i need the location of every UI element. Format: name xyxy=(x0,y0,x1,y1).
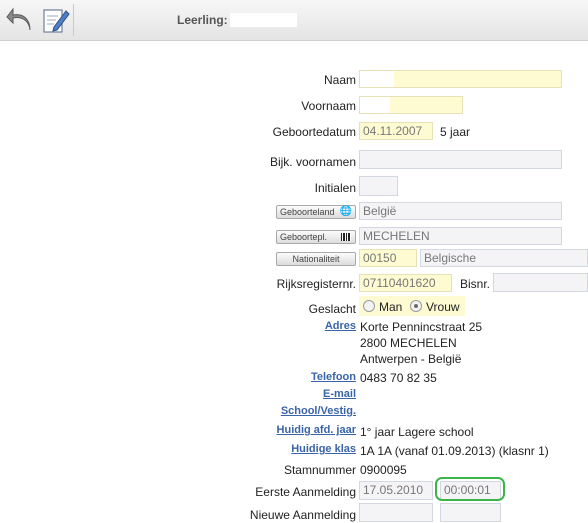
nationaliteit-code-input[interactable]: 00150 xyxy=(359,249,417,267)
radio-vrouw[interactable] xyxy=(410,300,422,312)
toolbar-separator xyxy=(73,4,74,36)
email-link[interactable]: E-mail xyxy=(323,388,356,400)
radio-vrouw-label: Vrouw xyxy=(426,300,460,314)
naam-input[interactable] xyxy=(359,70,562,88)
student-name-field xyxy=(230,13,297,27)
geboortedatum-input[interactable]: 04.11.2007 xyxy=(359,122,433,140)
telefoon-link[interactable]: Telefoon xyxy=(311,371,356,383)
toolbar: Leerling: xyxy=(0,0,588,41)
geboorteland-input[interactable]: België xyxy=(359,202,562,220)
adres-line3: Antwerpen - België xyxy=(360,352,462,366)
nationaliteit-button-label: Nationaliteit xyxy=(292,254,340,264)
geboorteland-button[interactable]: Geboorteland 🌐 xyxy=(276,205,356,219)
bijk-voornamen-input[interactable] xyxy=(359,150,562,169)
geboorteland-button-label: Geboorteland xyxy=(280,207,335,217)
radio-man[interactable] xyxy=(363,300,375,312)
adres-link[interactable]: Adres xyxy=(325,320,356,332)
eerste-aanmelding-label: Eerste Aanmelding xyxy=(255,485,356,499)
nationaliteit-button[interactable]: Nationaliteit xyxy=(276,252,356,266)
telefoon-value: 0483 70 82 35 xyxy=(360,371,437,385)
geboorteplaats-button-label: Geboortepl. xyxy=(280,232,328,242)
initialen-input[interactable] xyxy=(359,176,398,196)
adres-line1: Korte Pennincstraat 25 xyxy=(360,320,483,334)
geboortedatum-label: Geboortedatum xyxy=(272,125,356,139)
nieuwe-aanmelding-time[interactable] xyxy=(440,503,501,522)
bisnr-label: Bisnr. xyxy=(460,277,491,291)
initialen-label: Initialen xyxy=(314,181,356,195)
rijksregister-label: Rijksregisternr. xyxy=(276,277,356,291)
naam-label: Naam xyxy=(323,73,356,87)
barcode-icon xyxy=(341,233,351,241)
rijksregister-input[interactable]: 07110401620 xyxy=(359,274,452,292)
klas-value: 1A 1A (vanaf 01.09.2013) (klasnr 1) xyxy=(360,444,549,458)
bijk-voornamen-label: Bijk. voornamen xyxy=(269,155,356,169)
stamnummer-label: Stamnummer xyxy=(283,463,356,477)
school-link[interactable]: School/Vestig. xyxy=(281,405,356,417)
afdeling-value: 1° jaar Lagere school xyxy=(360,425,474,439)
radio-man-label: Man xyxy=(379,300,403,314)
voornaam-input[interactable] xyxy=(359,96,463,114)
geslacht-label: Geslacht xyxy=(308,302,356,316)
adres-line2: 2800 MECHELEN xyxy=(360,336,457,350)
klas-link[interactable]: Huidige klas xyxy=(291,443,356,455)
undo-arrow-icon[interactable] xyxy=(5,5,35,35)
voornaam-label: Voornaam xyxy=(301,99,356,113)
geslacht-group: Man Vrouw xyxy=(359,296,465,316)
nieuwe-aanmelding-label: Nieuwe Aanmelding xyxy=(249,508,356,522)
afdeling-link[interactable]: Huidig afd. jaar xyxy=(277,424,356,436)
geboorteplaats-button[interactable]: Geboortepl. xyxy=(276,230,356,244)
student-label: Leerling: xyxy=(177,13,228,27)
nationaliteit-input[interactable]: Belgische xyxy=(420,249,588,267)
geboorteplaats-input[interactable]: MECHELEN xyxy=(359,227,562,245)
globe-icon: 🌐 xyxy=(339,206,352,217)
bisnr-input[interactable] xyxy=(493,273,588,292)
eerste-aanmelding-date[interactable]: 17.05.2010 xyxy=(359,481,433,500)
nieuwe-aanmelding-date[interactable] xyxy=(359,503,433,522)
stamnummer-value: 0900095 xyxy=(360,463,407,477)
edit-pencil-icon[interactable] xyxy=(40,5,70,35)
age-text: 5 jaar xyxy=(440,125,471,139)
highlight-box xyxy=(435,477,505,501)
